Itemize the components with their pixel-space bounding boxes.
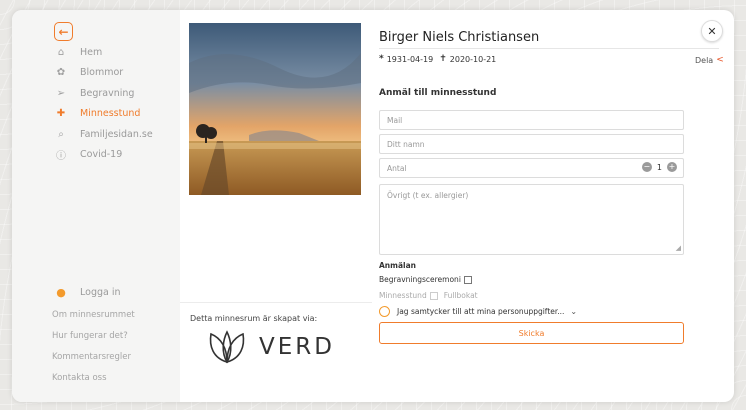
leaf-icon xyxy=(209,330,245,364)
consent-label: Jag samtycker till att mina personuppgif… xyxy=(397,307,565,316)
memorial-option: Minnesstund Fullbokat xyxy=(379,291,478,300)
memorial-checkbox xyxy=(429,291,438,300)
ceremony-option[interactable]: Begravningsceremoni xyxy=(379,275,472,284)
mail-input[interactable]: Mail xyxy=(379,110,684,130)
resize-handle-icon[interactable]: ◢ xyxy=(676,244,681,252)
name-input[interactable]: Ditt namn xyxy=(379,134,684,154)
plus-icon[interactable]: + xyxy=(667,162,677,172)
minus-icon[interactable]: − xyxy=(641,162,652,172)
sidebar-item-covid-19[interactable]: ⓘ Covid-19 xyxy=(52,145,153,166)
sidebar-nav: ⌂ Hem ✿ Blommor ➢ Begravning ✚ Minnesstund ⌕ Fami… xyxy=(52,42,153,165)
fully-booked-label: Fullbokat xyxy=(443,291,478,300)
submit-button[interactable]: Skicka xyxy=(379,322,684,344)
main-panel: ✕ Birger Niels Christiansen * 1931-04-19… xyxy=(379,10,729,402)
consent-row[interactable]: Jag samtycker till att mina personuppgif… xyxy=(379,306,577,317)
other-placeholder: Övrigt (t ex. allergier) xyxy=(387,191,469,200)
count-value: 1 xyxy=(656,162,662,172)
divider xyxy=(180,302,372,303)
share-button[interactable]: Dela < xyxy=(695,55,724,65)
death-date: 2020-10-21 xyxy=(449,54,497,64)
signup-label: Anmälan xyxy=(379,261,416,270)
born-symbol: * xyxy=(379,54,384,64)
footer-link-rules[interactable]: Kommentarsregler xyxy=(52,351,135,372)
flower-icon: ✿ xyxy=(56,67,66,79)
chevron-down-icon[interactable]: ⌄ xyxy=(570,307,577,316)
sidebar: ← ⌂ Hem ✿ Blommor ➢ Begravning ✚ Minnesstund ⌕ Fa… xyxy=(12,10,180,402)
cross-icon: ✝ xyxy=(439,54,447,64)
sidebar-item-label: Begravning xyxy=(80,87,135,99)
footer-links: Om minnesrummet Hur fungerar det? Kommen… xyxy=(52,309,135,393)
quantity-stepper: − 1 + xyxy=(641,162,677,172)
close-icon[interactable]: ✕ xyxy=(701,20,723,42)
info-icon: ⓘ xyxy=(56,151,66,163)
sidebar-item-hem[interactable]: ⌂ Hem xyxy=(52,42,153,63)
login-label: Logga in xyxy=(80,287,121,298)
born-date: 1931-04-19 xyxy=(386,54,434,64)
memorial-card: ← ⌂ Hem ✿ Blommor ➢ Begravning ✚ Minnesstund ⌕ Fa… xyxy=(12,10,734,402)
share-icon: < xyxy=(716,55,724,65)
login-link[interactable]: ● Logga in xyxy=(52,286,121,299)
footer-link-how[interactable]: Hur fungerar det? xyxy=(52,330,135,351)
consent-radio[interactable] xyxy=(379,306,390,317)
memorial-label: Minnesstund xyxy=(379,291,427,300)
sidebar-item-label: Minnesstund xyxy=(80,108,141,120)
sidebar-item-begravning[interactable]: ➢ Begravning xyxy=(52,83,153,104)
ceremony-checkbox[interactable] xyxy=(463,275,472,284)
sidebar-item-minnesstund[interactable]: ✚ Minnesstund xyxy=(52,104,153,125)
sidebar-item-label: Hem xyxy=(80,46,103,58)
sidebar-item-label: Familjesidan.se xyxy=(80,128,153,140)
user-icon: ● xyxy=(56,286,66,299)
footer-link-about[interactable]: Om minnesrummet xyxy=(52,309,135,330)
footer-link-contact[interactable]: Kontakta oss xyxy=(52,372,135,393)
divider xyxy=(379,48,719,49)
memorial-photo xyxy=(189,23,361,195)
verd-logo[interactable]: VERD xyxy=(207,330,335,364)
count-placeholder: Antal xyxy=(387,163,407,173)
arrow-left-icon[interactable]: ← xyxy=(54,22,73,41)
creator-label: Detta minnesrum är skapat via: xyxy=(190,314,318,323)
sidebar-item-label: Covid-19 xyxy=(80,149,123,161)
brand-name: VERD xyxy=(259,334,335,360)
life-dates: * 1931-04-19 ✝ 2020-10-21 xyxy=(379,54,496,64)
count-input[interactable]: Antal − 1 + xyxy=(379,158,684,178)
home-icon: ⌂ xyxy=(57,46,65,58)
search-icon: ⌕ xyxy=(58,128,64,140)
ceremony-label: Begravningsceremoni xyxy=(379,275,461,284)
form-title: Anmäl till minnesstund xyxy=(379,88,497,98)
sidebar-item-label: Blommor xyxy=(80,67,124,79)
sidebar-item-blommor[interactable]: ✿ Blommor xyxy=(52,63,153,84)
other-textarea[interactable]: Övrigt (t ex. allergier) ◢ xyxy=(379,184,684,255)
dove-icon: ➢ xyxy=(56,87,66,99)
user-plus-icon: ✚ xyxy=(56,108,66,120)
deceased-name: Birger Niels Christiansen xyxy=(379,30,540,45)
share-label: Dela xyxy=(695,55,714,65)
sidebar-item-familjesidan-se[interactable]: ⌕ Familjesidan.se xyxy=(52,124,153,145)
